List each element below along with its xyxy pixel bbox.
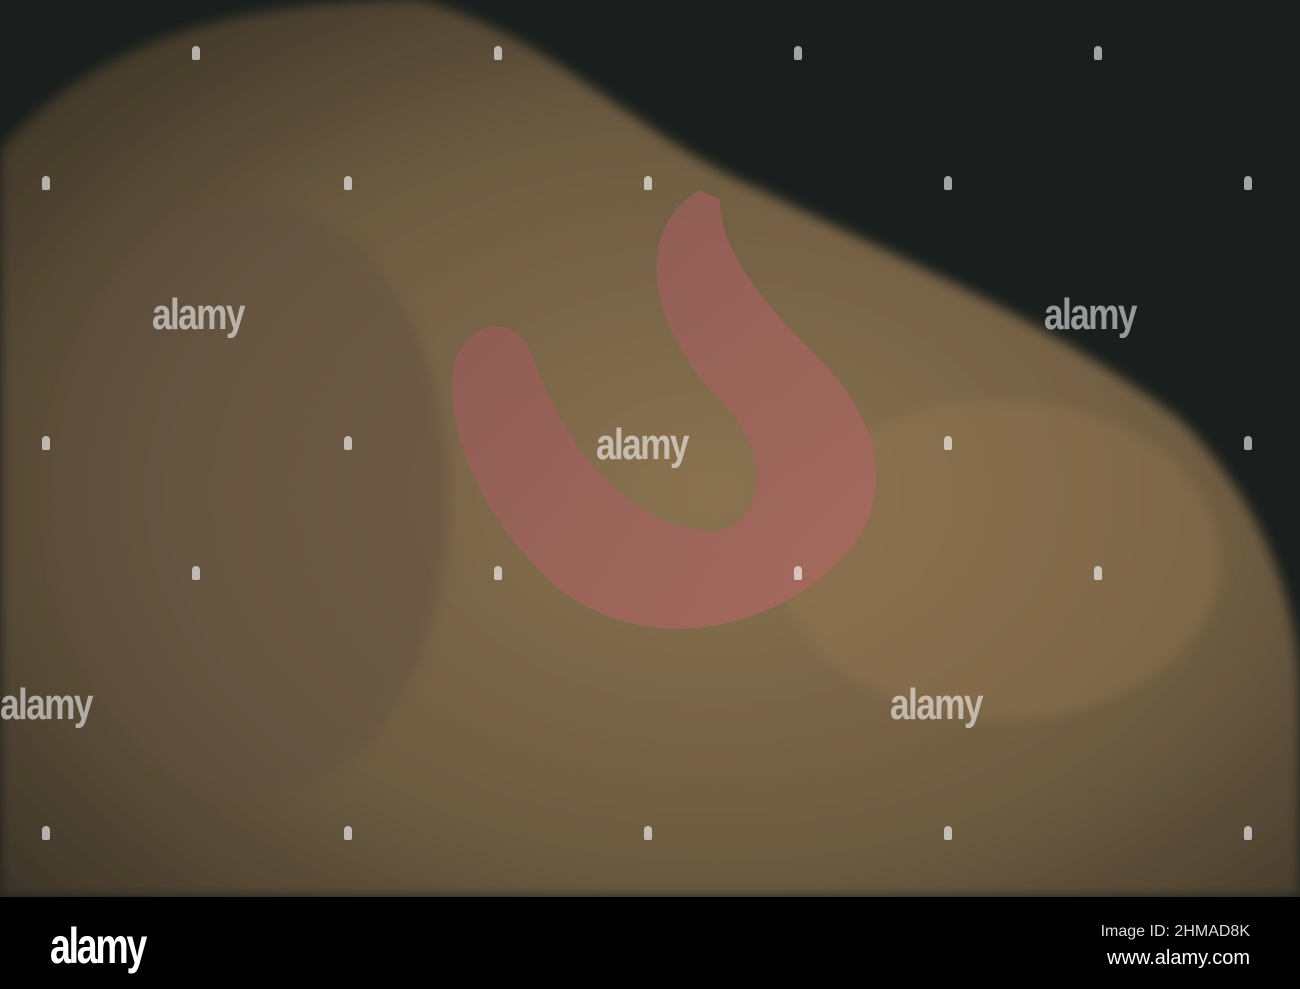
watermark-pin-icon (344, 436, 352, 450)
watermark-pin-icon (644, 826, 652, 840)
watermark: alamy (890, 680, 983, 729)
watermark-pin-icon (1244, 176, 1252, 190)
watermark-pin-icon (794, 566, 802, 580)
watermark-pin-icon (344, 826, 352, 840)
watermark-pin-icon (944, 176, 952, 190)
watermark-pin-icon (42, 826, 50, 840)
watermark-pin-icon (192, 566, 200, 580)
watermark-pin-icon (794, 46, 802, 60)
website-link[interactable]: www.alamy.com (1107, 947, 1250, 970)
watermark-pin-icon (1244, 826, 1252, 840)
watermark: alamy (0, 680, 93, 729)
watermark-pin-icon (42, 176, 50, 190)
watermark-pin-icon (494, 566, 502, 580)
watermark: alamy (596, 420, 689, 469)
watermark-pin-icon (644, 176, 652, 190)
watermark-pin-icon (344, 176, 352, 190)
alamy-logo: alamy (50, 918, 147, 974)
watermark: alamy (1044, 290, 1137, 339)
watermark-pin-icon (192, 46, 200, 60)
rock-shadow (50, 200, 450, 800)
footer-bar: alamy Image ID: 2HMAD8K www.alamy.com (0, 897, 1300, 989)
watermark-pin-icon (1244, 436, 1252, 450)
watermark-pin-icon (42, 436, 50, 450)
watermark-pin-icon (1094, 46, 1102, 60)
watermark: alamy (152, 290, 245, 339)
watermark-pin-icon (944, 436, 952, 450)
image-id: Image ID: 2HMAD8K (1100, 923, 1250, 940)
photo: alamy alamy alamy alamy alamy (0, 0, 1300, 897)
watermark-pin-icon (494, 46, 502, 60)
watermark-pin-icon (944, 826, 952, 840)
watermark-pin-icon (1094, 566, 1102, 580)
